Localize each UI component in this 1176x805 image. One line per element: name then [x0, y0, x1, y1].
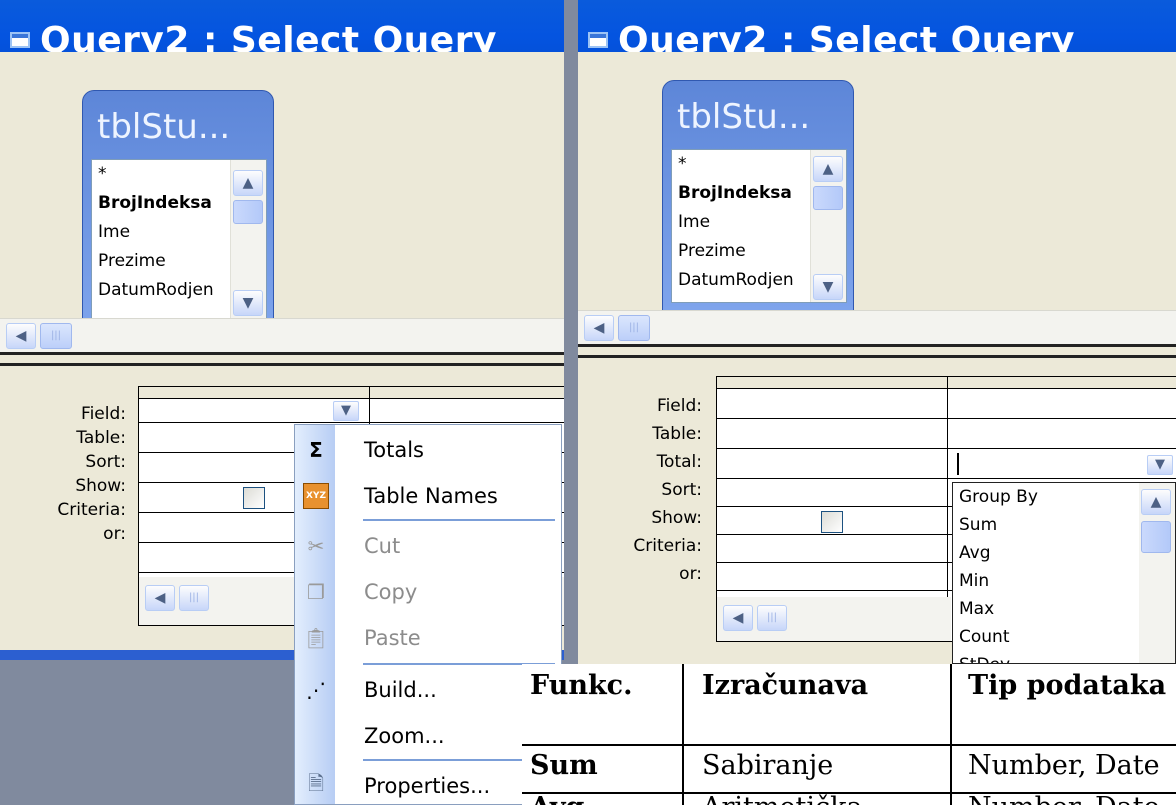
left-field-list[interactable]: * BrojIndeksa Ime Prezime DatumRodjen ▲ … [91, 159, 267, 319]
dropdown-scrollbar[interactable]: ▲ [1139, 483, 1175, 663]
label-total: Total: [656, 452, 702, 472]
cell-aritmeticka: Aritmetička [702, 792, 863, 805]
hscroll-thumb[interactable]: ||| [618, 315, 650, 341]
total-dropdown-icon[interactable]: ▼ [1147, 455, 1173, 475]
left-pane-splitter[interactable] [0, 352, 564, 366]
grid-scroll-thumb[interactable]: ||| [757, 605, 787, 631]
right-field-list-window[interactable]: tblStu... * BrojIndeksa Ime Prezime Datu… [662, 80, 854, 312]
show-checkbox[interactable] [821, 511, 843, 533]
menu-label-totals: Totals [364, 438, 424, 462]
scroll-left-icon[interactable]: ◀ [6, 323, 36, 349]
text-cursor [957, 453, 959, 475]
cell-sabiranje: Sabiranje [702, 750, 834, 781]
label-sort: Sort: [661, 480, 702, 500]
grid-scroll-thumb[interactable]: ||| [179, 585, 209, 611]
header-funkc: Funkc. [530, 670, 633, 701]
label-table: Table: [76, 428, 126, 448]
scroll-down-icon[interactable]: ▼ [813, 274, 843, 300]
table-column-rule [950, 664, 952, 805]
function-reference-table: Funkc. Izračunava Tip podataka Sum Sabir… [522, 664, 1176, 805]
menu-label-paste: Paste [364, 626, 421, 650]
left-table-caption: tblStu... [97, 107, 231, 147]
label-show: Show: [651, 508, 702, 528]
build-wand-icon: ⋰ [306, 678, 326, 702]
menu-item-paste[interactable]: 📋︎ Paste [295, 615, 561, 661]
label-or: or: [679, 564, 702, 584]
label-field: Field: [657, 396, 702, 416]
table-rule [522, 744, 1176, 746]
cell-number-date-2: Number, Date [968, 792, 1160, 805]
header-izracunava: Izračunava [702, 670, 869, 701]
menu-label-build: Build... [364, 678, 437, 702]
hscroll-thumb[interactable]: ||| [40, 323, 72, 349]
scissors-icon: ✂ [307, 534, 325, 558]
menu-item-copy[interactable]: ❐ Copy [295, 569, 561, 615]
label-criteria: Criteria: [633, 536, 702, 556]
right-row-labels: Field: Table: Total: Sort: Show: Criteri… [598, 392, 702, 588]
show-checkbox[interactable] [243, 487, 265, 509]
scroll-up-icon[interactable]: ▲ [233, 170, 263, 196]
left-row-labels: Field: Table: Sort: Show: Criteria: or: [20, 402, 126, 546]
menu-label-zoom: Zoom... [364, 724, 445, 748]
scroll-thumb[interactable] [813, 186, 843, 210]
grid-scroll-left-icon[interactable]: ◀ [145, 585, 175, 611]
left-field-list-window[interactable]: tblStu... * BrojIndeksa Ime Prezime Datu… [82, 90, 274, 330]
label-show: Show: [75, 476, 126, 496]
table-column-rule [682, 664, 684, 805]
label-or: or: [103, 524, 126, 544]
grid-scroll-left-icon[interactable]: ◀ [723, 605, 753, 631]
right-upper-hscrollbar[interactable]: ◀ ||| [578, 310, 1176, 344]
right-field-scrollbar[interactable]: ▲ ▼ [810, 150, 846, 302]
cell-number-date: Number, Date [968, 750, 1160, 781]
label-field: Field: [81, 404, 126, 424]
header-tip-podataka: Tip podataka [968, 670, 1167, 701]
query-window-icon [10, 32, 30, 48]
left-field-scrollbar[interactable]: ▲ ▼ [230, 160, 266, 318]
grid-header-row [139, 387, 564, 399]
scroll-down-icon[interactable]: ▼ [233, 290, 263, 316]
label-table: Table: [652, 424, 702, 444]
scroll-thumb[interactable] [233, 200, 263, 224]
menu-label-properties: Properties... [364, 774, 491, 798]
scroll-left-icon[interactable]: ◀ [584, 315, 614, 341]
menu-item-table-names[interactable]: XYZ Table Names [295, 473, 561, 519]
copy-icon: ❐ [307, 580, 325, 604]
field-dropdown-icon[interactable]: ▼ [333, 401, 359, 421]
label-criteria: Criteria: [57, 500, 126, 520]
menu-label-copy: Copy [364, 580, 418, 604]
cell-sum: Sum [530, 750, 598, 781]
right-pane-splitter[interactable] [578, 344, 1176, 358]
scroll-up-icon[interactable]: ▲ [813, 156, 843, 182]
scroll-up-icon[interactable]: ▲ [1141, 489, 1171, 515]
menu-label-table-names: Table Names [364, 484, 498, 508]
query-window-icon [588, 32, 608, 48]
scroll-thumb[interactable] [1141, 521, 1171, 553]
grid-hscrollbar[interactable]: ◀ ||| [717, 597, 951, 641]
menu-item-cut[interactable]: ✂ Cut [295, 523, 561, 569]
table-names-icon: XYZ [303, 483, 329, 509]
sigma-icon: Σ [309, 438, 323, 462]
total-dropdown-list[interactable]: Group By Sum Avg Min Max Count StDev ▲ [952, 482, 1176, 664]
cell-avg: Avg [530, 792, 584, 805]
right-table-caption: tblStu... [677, 97, 811, 137]
properties-icon: 🗎︎ [307, 771, 325, 795]
label-sort: Sort: [85, 452, 126, 472]
menu-item-totals[interactable]: Σ Totals [295, 427, 561, 473]
left-upper-hscrollbar[interactable]: ◀ ||| [0, 318, 564, 352]
menu-label-cut: Cut [364, 534, 401, 558]
right-field-list[interactable]: * BrojIndeksa Ime Prezime DatumRodjen ▲ … [671, 149, 847, 303]
menu-separator [363, 519, 555, 521]
paste-icon: 📋︎ [303, 626, 329, 650]
